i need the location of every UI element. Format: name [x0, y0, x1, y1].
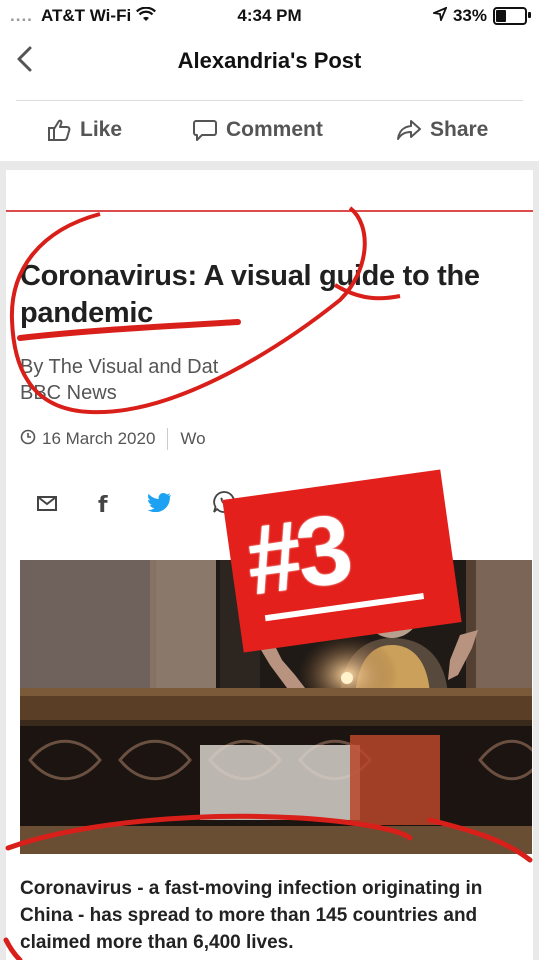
- share-label: Share: [430, 118, 489, 141]
- byline-author: By The Visual and Dat: [20, 356, 219, 378]
- article-caption: Coronavirus - a fast-moving infection or…: [20, 878, 483, 953]
- thumbs-up-icon: [48, 119, 71, 141]
- email-icon: [36, 492, 58, 518]
- twitter-icon: [147, 492, 172, 518]
- comment-icon: [193, 120, 217, 141]
- dateline-separator: [167, 428, 169, 450]
- article-date: 16 March 2020: [42, 429, 156, 448]
- like-label: Like: [80, 118, 123, 141]
- nav-bar: Alexandria's Post: [0, 34, 539, 92]
- social-share-row: f: [36, 490, 236, 520]
- post-actions: Like Comment Share: [0, 103, 539, 161]
- status-right: 33%: [430, 6, 531, 26]
- comment-label: Comment: [226, 118, 323, 141]
- battery-icon: [493, 7, 531, 25]
- facebook-icon: f: [98, 492, 108, 518]
- article-headline: Coronavirus: A visual guide to the pande…: [20, 260, 480, 329]
- battery-percent: 33%: [452, 6, 487, 25]
- comment-button[interactable]: Comment: [192, 117, 323, 143]
- article-dateline: 16 March 2020 Wo: [20, 428, 206, 450]
- article-section: Wo: [180, 429, 206, 448]
- article-byline: By The Visual and Dat BBC News: [20, 354, 218, 406]
- shared-image[interactable]: Coronavirus: A visual guide to the pande…: [6, 170, 533, 960]
- page-title: Alexandria's Post: [177, 48, 362, 73]
- divider: [16, 100, 523, 101]
- byline-source: BBC News: [20, 382, 117, 404]
- like-button[interactable]: Like: [46, 117, 122, 143]
- clock-icon: [20, 429, 36, 450]
- number-badge: #3: [224, 471, 460, 651]
- badge-label: #3: [239, 492, 355, 616]
- share-button[interactable]: Share: [396, 117, 488, 143]
- location-icon: [430, 6, 448, 26]
- article-top-rule: [6, 210, 533, 212]
- share-icon: [397, 120, 421, 140]
- status-bar: .... AT&T Wi-Fi 4:34 PM 33%: [0, 0, 539, 34]
